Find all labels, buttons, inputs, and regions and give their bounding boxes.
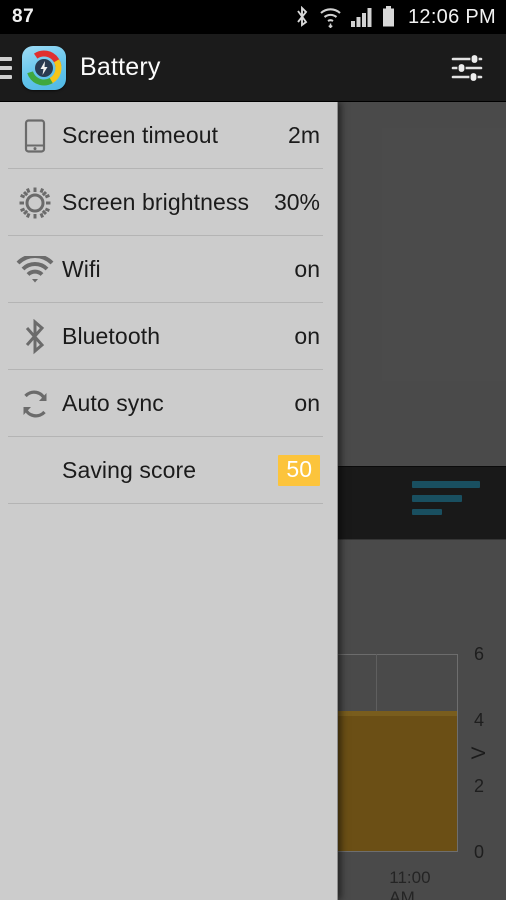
drawer-item-label: Auto sync <box>62 390 164 416</box>
sync-icon <box>8 387 62 421</box>
brightness-icon <box>8 186 62 220</box>
bluetooth-icon <box>295 6 310 28</box>
wifi-icon <box>319 6 342 28</box>
status-bar-notification-count: 87 <box>12 6 35 27</box>
battery-icon <box>381 6 396 28</box>
page-title: Battery <box>80 53 161 81</box>
drawer-item-value: 30% <box>273 189 320 215</box>
legend-line <box>412 481 480 488</box>
stats-legend <box>412 481 480 522</box>
chart-ytick-6: 6 <box>473 644 484 664</box>
drawer-item-value: 2m <box>288 122 320 148</box>
wifi-icon <box>8 255 62 284</box>
bluetooth-icon <box>8 318 62 355</box>
chart-xtick-label: 11:00 AM <box>389 868 431 900</box>
drawer-item-bluetooth[interactable]: Bluetooth on <box>0 303 337 370</box>
drawer-item-screen-timeout[interactable]: Screen timeout 2m <box>0 102 337 169</box>
drawer-item-value: on <box>294 390 320 416</box>
sliders-settings-icon[interactable] <box>446 47 488 89</box>
drawer-item-auto-sync[interactable]: Auto sync on <box>0 370 337 437</box>
status-bar-clock: 12:06 PM <box>407 5 496 28</box>
chart-ytick-4: 4 <box>473 710 484 730</box>
hamburger-menu-icon[interactable] <box>0 56 12 79</box>
chart-y-axis-label: V <box>469 746 491 760</box>
status-badge: 50 <box>278 455 320 486</box>
action-bar: Battery <box>0 34 506 102</box>
status-bar-icons: 12:06 PM <box>295 6 506 29</box>
chart-ytick-2: 2 <box>473 776 484 796</box>
phone-icon <box>8 118 62 153</box>
legend-line <box>412 495 462 502</box>
navigation-drawer: Screen timeout 2m Screen brightness 30% <box>0 102 338 900</box>
drawer-item-saving-score[interactable]: Saving score 50 <box>0 437 337 504</box>
cellular-signal-icon <box>350 7 372 27</box>
drawer-item-label: Screen timeout <box>62 122 219 148</box>
drawer-item-value: on <box>294 323 320 349</box>
chart-gridline-vertical <box>375 654 377 715</box>
drawer-item-label: Bluetooth <box>62 323 161 349</box>
battery-doctor-app-icon <box>22 45 66 90</box>
drawer-item-label: Wifi <box>62 256 101 282</box>
drawer-item-label: Screen brightness <box>62 189 250 215</box>
legend-line <box>412 509 442 515</box>
chart-ytick-0: 0 <box>473 842 484 862</box>
drawer-item-screen-brightness[interactable]: Screen brightness 30% <box>0 169 337 236</box>
status-bar: 87 12:06 PM <box>0 0 506 34</box>
drawer-item-value: on <box>294 256 320 282</box>
drawer-item-label: Saving score <box>62 457 197 483</box>
chart-y-axis <box>457 654 458 852</box>
drawer-item-wifi[interactable]: Wifi on <box>0 236 337 303</box>
